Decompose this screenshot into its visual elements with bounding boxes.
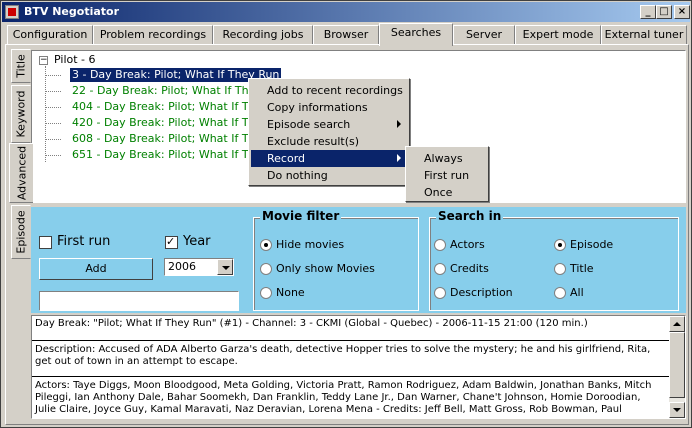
episode-radio[interactable]: Episode [554,238,613,252]
close-button[interactable]: × [674,5,690,19]
menu-item-episode-search[interactable]: Episode search [251,116,407,133]
tab-configuration[interactable]: Configuration [7,25,93,45]
program-description: Description: Accused of ADA Alberto Garz… [35,344,651,367]
record-submenu: Always First run Once [405,146,489,202]
app-icon [5,5,19,19]
search-text-input[interactable] [39,291,239,311]
tab-problem-recordings[interactable]: Problem recordings [93,25,213,45]
program-details[interactable]: Day Break: "Pilot; What If They Run" (#1… [31,315,686,419]
details-divider [32,376,669,377]
tab-recording-jobs[interactable]: Recording jobs [213,25,313,45]
menu-item-add-recent[interactable]: Add to recent recordings [251,82,407,99]
actors-radio[interactable]: Actors [434,238,485,252]
movie-filter-title: Movie filter [260,209,342,223]
menu-item-do-nothing[interactable]: Do nothing [251,167,407,184]
menu-item-copy-informations[interactable]: Copy informations [251,99,407,116]
scroll-down-icon[interactable] [669,402,685,418]
menu-item-first-run[interactable]: First run [408,167,486,184]
app-window: BTV Negotiator _ □ × Configuration Probl… [0,0,692,428]
title-radio[interactable]: Title [554,262,594,276]
title-bar[interactable]: BTV Negotiator _ □ × [2,2,690,22]
tree-connector [45,91,61,92]
tree-connector [45,123,61,124]
tab-external-tuner[interactable]: External tuner [601,25,687,45]
credits-radio[interactable]: Credits [434,262,489,276]
no-filter-radio[interactable]: None [260,286,305,300]
minimize-button[interactable]: _ [640,5,656,19]
tab-searches[interactable]: Searches [379,23,453,46]
program-cast: Actors: Taye Diggs, Moon Bloodgood, Meta… [35,380,652,415]
search-in-title: Search in [436,209,504,223]
year-select[interactable]: 2006 [164,258,234,276]
maximize-button[interactable]: □ [656,5,672,19]
submenu-arrow-icon [397,120,401,128]
tree-connector [45,75,61,76]
search-options-panel: First run Year Add 2006 Movie filter Hid… [31,207,686,313]
tree-connector [45,66,46,162]
main-tabs: Configuration Problem recordings Recordi… [5,23,689,46]
search-in-group: Search in Actors Credits Description Epi… [429,209,679,311]
side-tab-title[interactable]: Title [11,49,31,83]
scroll-up-icon[interactable] [669,316,685,332]
menu-item-exclude-results[interactable]: Exclude result(s) [251,133,407,150]
movie-filter-group: Movie filter Hide movies Only show Movie… [253,209,419,311]
details-divider [32,340,669,341]
tree-root[interactable]: Pilot - 6 [54,53,96,67]
submenu-arrow-icon [397,154,401,162]
all-radio[interactable]: All [554,286,584,300]
tab-expert-mode[interactable]: Expert mode [515,25,601,45]
context-menu: Add to recent recordings Copy informatio… [248,78,410,186]
only-movies-radio[interactable]: Only show Movies [260,262,375,276]
menu-item-record[interactable]: Record [251,150,407,167]
details-scrollbar[interactable] [669,316,685,418]
window-title: BTV Negotiator [24,5,120,18]
tree-connector [45,139,61,140]
menu-item-once[interactable]: Once [408,184,486,201]
tree-connector [45,107,61,108]
add-button[interactable]: Add [39,258,153,280]
scroll-thumb[interactable] [669,332,685,398]
year-checkbox[interactable]: Year [165,234,211,250]
side-tab-keyword[interactable]: Keyword [11,85,31,143]
menu-item-always[interactable]: Always [408,150,486,167]
tree-connector [45,155,61,156]
side-tab-advanced[interactable]: Advanced [9,143,33,203]
tab-browser[interactable]: Browser [313,25,379,45]
hide-movies-radio[interactable]: Hide movies [260,238,344,252]
first-run-checkbox[interactable]: First run [39,234,110,250]
description-radio[interactable]: Description [434,286,513,300]
collapse-icon[interactable]: − [39,56,48,65]
side-tab-episode[interactable]: Episode [11,205,31,259]
program-summary: Day Break: "Pilot; What If They Run" (#1… [35,318,588,329]
dropdown-arrow-icon[interactable] [217,259,233,275]
tab-server[interactable]: Server [453,25,515,45]
